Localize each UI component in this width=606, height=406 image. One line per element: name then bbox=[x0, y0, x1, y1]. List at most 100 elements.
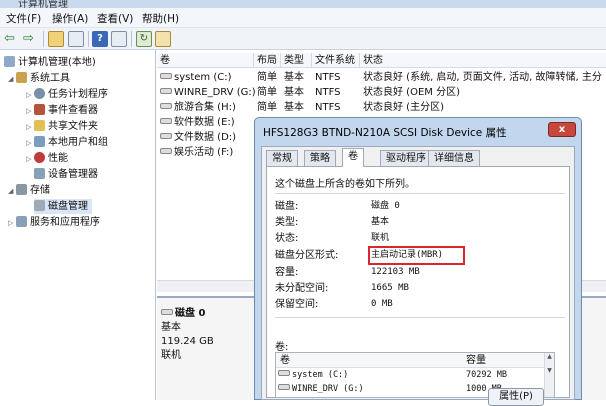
volume-cell-fs: NTFS bbox=[315, 72, 341, 83]
prop-capacity: 容量: 122103 MB bbox=[275, 267, 420, 278]
volume-cell-name: system (C:) bbox=[157, 70, 232, 85]
window-title: 计算机管理 bbox=[18, 0, 68, 8]
properties-button[interactable]: 属性(P) bbox=[488, 388, 544, 406]
disk-name: 磁盘 0 bbox=[175, 308, 206, 319]
title-bar: 计算机管理 bbox=[0, 0, 606, 8]
prop-status: 状态: 联机 bbox=[275, 233, 390, 244]
tab-volumes[interactable]: 卷 bbox=[342, 148, 364, 167]
disk-type: 基本 bbox=[161, 322, 181, 333]
tree-root[interactable]: 计算机管理(本地) bbox=[4, 55, 96, 70]
drive-icon bbox=[160, 148, 172, 154]
tree-event-viewer[interactable]: ▷ 事件查看器 bbox=[26, 103, 98, 118]
tree-task-scheduler[interactable]: ▷ 任务计划程序 bbox=[26, 87, 108, 102]
tree-device-manager[interactable]: 设备管理器 bbox=[34, 167, 98, 182]
performance-icon bbox=[34, 152, 45, 163]
prop-reserved: 保留空间: 0 MB bbox=[275, 299, 393, 310]
volume-cell-name: WINRE_DRV (G:) bbox=[157, 85, 256, 100]
menu-view[interactable]: 查看(V) bbox=[97, 11, 133, 26]
forward-icon[interactable]: ⇨ bbox=[23, 31, 39, 47]
menu-action[interactable]: 操作(A) bbox=[52, 11, 88, 26]
up-folder-icon[interactable] bbox=[48, 31, 64, 47]
disk-icon bbox=[161, 309, 173, 315]
storage-icon bbox=[16, 184, 27, 195]
volume-row[interactable]: 旅游合集 (H:) 简单 基本 NTFS 状态良好 (主分区) bbox=[157, 100, 606, 115]
drive-icon bbox=[160, 103, 172, 109]
tools-icon bbox=[16, 72, 27, 83]
drive-icon bbox=[160, 88, 172, 94]
volume-cell-fs: NTFS bbox=[315, 87, 341, 98]
volume-cell-layout: 简单 bbox=[257, 72, 277, 83]
divider bbox=[275, 193, 565, 194]
volumes-description: 这个磁盘上所含的卷如下所列。 bbox=[275, 179, 415, 190]
list-scrollbar[interactable]: ▲ ▼ bbox=[544, 353, 554, 397]
highlight-box bbox=[368, 246, 465, 265]
export-icon[interactable] bbox=[155, 31, 171, 47]
menu-help[interactable]: 帮助(H) bbox=[142, 11, 179, 26]
dialog-title: HFS128G3 BTND-N210A SCSI Disk Device 属性 bbox=[263, 127, 507, 139]
tab-details[interactable]: 详细信息 bbox=[428, 150, 480, 166]
volumes-list-label: 卷: bbox=[275, 342, 289, 353]
volume-row[interactable]: WINRE_DRV (G:) 简单 基本 NTFS 状态良好 (OEM 分区) bbox=[157, 85, 606, 100]
refresh-icon[interactable]: ↻ bbox=[136, 31, 152, 47]
tree-shared-folders[interactable]: ▷ 共享文件夹 bbox=[26, 119, 98, 134]
device-manager-icon bbox=[34, 168, 45, 179]
volume-cell-type: 基本 bbox=[284, 102, 304, 113]
collapse-arrow-icon[interactable]: ◢ bbox=[8, 72, 16, 87]
list-col-volume[interactable]: 卷 bbox=[280, 353, 290, 368]
volume-cell-fs: NTFS bbox=[315, 102, 341, 113]
col-status[interactable]: 状态 bbox=[360, 53, 606, 68]
prop-type: 类型: 基本 bbox=[275, 217, 390, 228]
menu-file[interactable]: 文件(F) bbox=[6, 11, 41, 26]
col-type[interactable]: 类型 bbox=[281, 53, 312, 68]
disk-properties-dialog: HFS128G3 BTND-N210A SCSI Disk Device 属性 … bbox=[254, 117, 582, 400]
computer-icon bbox=[4, 56, 15, 67]
toolbar: ⇦ ⇨ ? ↻ bbox=[0, 28, 606, 50]
help-icon[interactable]: ? bbox=[92, 31, 108, 47]
volume-cell-status: 状态良好 (系统, 启动, 页面文件, 活动, 故障转储, 主分 bbox=[363, 72, 602, 83]
show-tree-icon[interactable] bbox=[68, 31, 84, 47]
close-button[interactable]: x bbox=[548, 122, 576, 137]
disk-state: 联机 bbox=[161, 350, 181, 361]
collapse-arrow-icon[interactable]: ◢ bbox=[8, 184, 16, 199]
properties-icon[interactable] bbox=[111, 31, 127, 47]
menu-bar: 文件(F) 操作(A) 查看(V) 帮助(H) bbox=[0, 8, 606, 28]
volume-cell-layout: 简单 bbox=[257, 102, 277, 113]
list-item[interactable]: system (C:) 70292 MB bbox=[276, 369, 546, 382]
drive-icon bbox=[278, 370, 290, 376]
clock-icon bbox=[34, 88, 45, 99]
divider bbox=[275, 317, 565, 318]
disk-icon bbox=[34, 200, 45, 211]
tab-policies[interactable]: 策略 bbox=[304, 150, 336, 166]
tree-disk-management[interactable]: 磁盘管理 bbox=[34, 199, 92, 214]
prop-partition-style: 磁盘分区形式: 主启动记录(MBR) bbox=[275, 246, 565, 265]
volumes-tab-page: 这个磁盘上所含的卷如下所列。 磁盘: 磁盘 0 类型: 基本 状态: 联机 磁盘分区形… bbox=[266, 166, 570, 398]
prop-disk: 磁盘: 磁盘 0 bbox=[275, 201, 400, 212]
volume-cell-type: 基本 bbox=[284, 87, 304, 98]
volume-cell-name: 旅游合集 (H:) bbox=[157, 100, 236, 115]
tab-driver[interactable]: 驱动程序 bbox=[380, 150, 432, 166]
dialog-body: 常规 策略 卷 驱动程序 详细信息 这个磁盘上所含的卷如下所列。 磁盘: 磁盘 0… bbox=[261, 146, 575, 400]
volume-cell-status: 状态良好 (OEM 分区) bbox=[363, 87, 460, 98]
tree-performance[interactable]: ▷ 性能 bbox=[26, 151, 68, 166]
tab-general[interactable]: 常规 bbox=[266, 150, 298, 166]
col-filesystem[interactable]: 文件系统 bbox=[312, 53, 360, 68]
tree-local-users[interactable]: ▷ 本地用户和组 bbox=[26, 135, 108, 150]
disk-info[interactable]: 磁盘 0 基本 119.24 GB 联机 bbox=[161, 307, 214, 363]
prop-unallocated: 未分配空间: 1665 MB bbox=[275, 283, 409, 294]
list-header: 卷 容量 bbox=[276, 353, 554, 368]
list-col-capacity[interactable]: 容量 bbox=[466, 353, 486, 368]
col-volume[interactable]: 卷 bbox=[157, 53, 254, 68]
back-icon[interactable]: ⇦ bbox=[4, 31, 20, 47]
volume-cell-name: 文件数据 (D:) bbox=[157, 130, 236, 145]
tree-services[interactable]: ▷ 服务和应用程序 bbox=[8, 215, 100, 230]
volume-cell-status: 状态良好 (主分区) bbox=[363, 102, 444, 113]
drive-icon bbox=[160, 133, 172, 139]
services-icon bbox=[16, 216, 27, 227]
col-layout[interactable]: 布局 bbox=[254, 53, 281, 68]
tree-system-tools[interactable]: ◢ 系统工具 bbox=[8, 71, 70, 86]
volume-cell-name: 娱乐活动 (F:) bbox=[157, 145, 233, 160]
disk-size: 119.24 GB bbox=[161, 336, 214, 347]
volume-row[interactable]: system (C:) 简单 基本 NTFS 状态良好 (系统, 启动, 页面文件, 活… bbox=[157, 70, 606, 85]
volume-cell-layout: 简单 bbox=[257, 87, 277, 98]
tree-storage[interactable]: ◢ 存储 bbox=[8, 183, 50, 198]
